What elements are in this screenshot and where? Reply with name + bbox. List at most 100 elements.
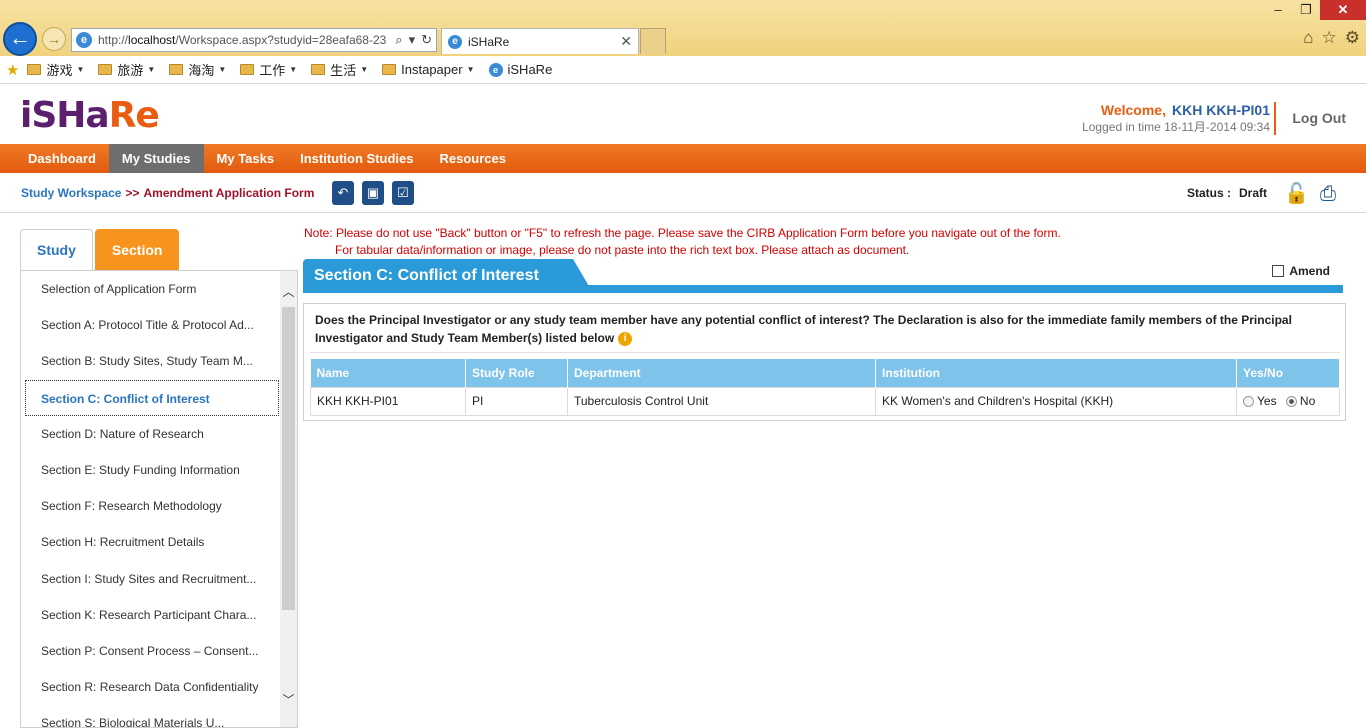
back-arrow-icon[interactable]: ← [3, 22, 37, 56]
checklist-icon[interactable]: ☑ [392, 181, 414, 205]
favorites-icon[interactable]: ★ [6, 61, 19, 79]
section-item-s[interactable]: Section S: Biological Materials U... [21, 705, 283, 727]
section-list-panel: Selection of Application Form Section A:… [20, 270, 298, 728]
folder-icon [311, 64, 326, 75]
folder-icon [98, 64, 113, 75]
divider [310, 352, 1340, 353]
logout-link[interactable]: Log Out [1292, 110, 1346, 126]
cell-role: PI [465, 386, 568, 416]
nav-my-tasks[interactable]: My Tasks [204, 144, 288, 173]
fav-folder-shenghuo[interactable]: 生活 ▼ [311, 60, 368, 79]
address-bar[interactable]: e http://localhost/Workspace.aspx?studyi… [71, 28, 437, 52]
tab-study[interactable]: Study [20, 229, 93, 271]
breadcrumb-current: Amendment Application Form [143, 186, 315, 200]
user-name: KKH KKH-PI01 [1171, 102, 1270, 118]
fav-folder-instapaper[interactable]: Instapaper ▼ [382, 62, 475, 77]
col-name: Name [310, 359, 466, 387]
window-close-icon[interactable]: ✕ [1320, 0, 1366, 20]
main-nav: Dashboard My Studies My Tasks Institutio… [0, 144, 1366, 173]
close-tab-icon[interactable]: ✕ [620, 33, 632, 50]
section-item-e[interactable]: Section E: Study Funding Information [21, 452, 283, 488]
ie-page-icon: e [76, 32, 92, 48]
breadcrumb-bar: Study Workspace >> Amendment Application F… [0, 173, 1366, 213]
cell-name: KKH KKH-PI01 [310, 386, 466, 416]
nav-dashboard[interactable]: Dashboard [15, 144, 109, 173]
browser-tab[interactable]: e iSHaRe ✕ [441, 28, 639, 54]
refresh-icon[interactable]: ↻ [421, 32, 432, 48]
favorites-bar: ★ 游戏 ▼ 旅游 ▼ 海淘 ▼ 工作 ▼ 生活 ▼ Instapaper ▼ e iSHaR… [0, 56, 1366, 84]
section-item-selection[interactable]: Selection of Application Form [21, 271, 283, 307]
section-item-r[interactable]: Section R: Research Data Confidentiality [21, 669, 283, 705]
section-item-c[interactable]: Section C: Conflict of Interest [25, 379, 279, 416]
checkbox-icon[interactable] [1272, 265, 1285, 277]
section-header: Section C: Conflict of Interest Amend [303, 259, 1343, 293]
status-display: Status : Draft [1186, 186, 1267, 200]
fav-folder-haitao[interactable]: 海淘 ▼ [169, 60, 226, 79]
section-title: Section C: Conflict of Interest [303, 259, 593, 293]
welcome-block: Welcome, KKH KKH-PI01 Logged in time 18-1… [1082, 102, 1276, 135]
table-row: KKH KKH-PI01 PI Tuberculosis Control Uni… [310, 386, 1340, 416]
amend-checkbox[interactable]: Amend [1272, 264, 1330, 278]
team-member-table: Name Study Role Department Institution Y… [310, 359, 1340, 416]
search-icon[interactable]: ⌕ [395, 32, 402, 48]
scroll-down-icon[interactable]: ﹀ [280, 691, 297, 711]
section-item-p[interactable]: Section P: Consent Process – Consent... [21, 633, 283, 669]
fav-link-ishare[interactable]: e iSHaRe [488, 62, 552, 77]
breadcrumb-workspace-link[interactable]: Study Workspace [21, 186, 121, 200]
cell-yes-no: Yes No [1236, 386, 1340, 416]
section-item-k[interactable]: Section K: Research Participant Chara... [21, 597, 283, 633]
scroll-up-icon[interactable]: ︿ [280, 283, 297, 303]
gear-icon[interactable]: ⚙ [1345, 28, 1360, 48]
col-yes-no: Yes/No [1236, 359, 1340, 387]
section-item-d[interactable]: Section D: Nature of Research [21, 416, 283, 452]
side-tabs: Study Section [20, 229, 180, 271]
folder-icon [169, 64, 184, 75]
status-value: Draft [1238, 186, 1267, 200]
section-item-b[interactable]: Section B: Study Sites, Study Team M... [21, 343, 283, 379]
favorites-star-icon[interactable]: ☆ [1322, 28, 1337, 48]
undo-icon[interactable]: ↶ [332, 181, 354, 205]
info-icon[interactable]: i [618, 331, 633, 346]
fav-folder-youxi[interactable]: 游戏 ▼ [27, 60, 84, 79]
fav-folder-lvyou[interactable]: 旅游 ▼ [98, 60, 155, 79]
radio-yes[interactable] [1243, 395, 1254, 407]
folder-icon [382, 64, 397, 75]
home-icon[interactable]: ⌂ [1303, 28, 1313, 48]
col-institution: Institution [875, 359, 1237, 387]
ie-tab-icon: e [448, 34, 462, 49]
section-item-i[interactable]: Section I: Study Sites and Recruitment..… [21, 561, 283, 597]
url-text[interactable]: http://localhost/Workspace.aspx?studyid=… [98, 33, 391, 47]
cell-institution: KK Women's and Children's Hospital (KKH) [875, 386, 1237, 416]
tab-section[interactable]: Section [94, 229, 180, 271]
restore-icon[interactable]: ❐ [1292, 0, 1320, 20]
breadcrumb: Study Workspace >> Amendment Application F… [21, 186, 315, 200]
nav-institution-studies[interactable]: Institution Studies [287, 144, 426, 173]
nav-my-studies[interactable]: My Studies [108, 144, 204, 173]
forward-arrow-icon[interactable]: → [42, 27, 66, 51]
warning-note: Note: Please do not use "Back" button or… [304, 226, 1061, 257]
nav-resources[interactable]: Resources [427, 144, 519, 173]
ishare-logo[interactable]: iSHaRe [20, 95, 160, 136]
welcome-label: Welcome, [1100, 102, 1166, 118]
section-list-scrollbar[interactable]: ︿ ﹀ [280, 271, 297, 727]
cell-department: Tuberculosis Control Unit [567, 386, 876, 416]
minimize-icon[interactable]: – [1264, 0, 1292, 20]
fav-folder-gongzuo[interactable]: 工作 ▼ [240, 60, 297, 79]
new-tab-button[interactable] [640, 28, 666, 54]
section-item-f[interactable]: Section F: Research Methodology [21, 488, 283, 524]
lock-icon[interactable]: 🔓 [1284, 181, 1309, 207]
section-item-h[interactable]: Section H: Recruitment Details [21, 524, 283, 560]
folder-icon [27, 64, 42, 75]
save-icon[interactable]: ▣ [362, 181, 384, 205]
ie-page-icon: e [488, 62, 503, 77]
col-study-role: Study Role [465, 359, 568, 387]
radio-no[interactable] [1285, 395, 1297, 407]
folder-icon [240, 64, 255, 75]
tab-title: iSHaRe [468, 34, 510, 49]
section-item-a[interactable]: Section A: Protocol Title & Protocol Ad.… [21, 307, 283, 343]
scroll-thumb[interactable] [282, 307, 295, 610]
print-icon[interactable]: ⎙ [1314, 183, 1342, 205]
conflict-question: Does the Principal Investigator or any s… [315, 313, 1292, 346]
logged-in-time: Logged in time 18-11月-2014 09:34 [1082, 120, 1270, 134]
dropdown-icon[interactable]: ▾ [409, 32, 416, 48]
